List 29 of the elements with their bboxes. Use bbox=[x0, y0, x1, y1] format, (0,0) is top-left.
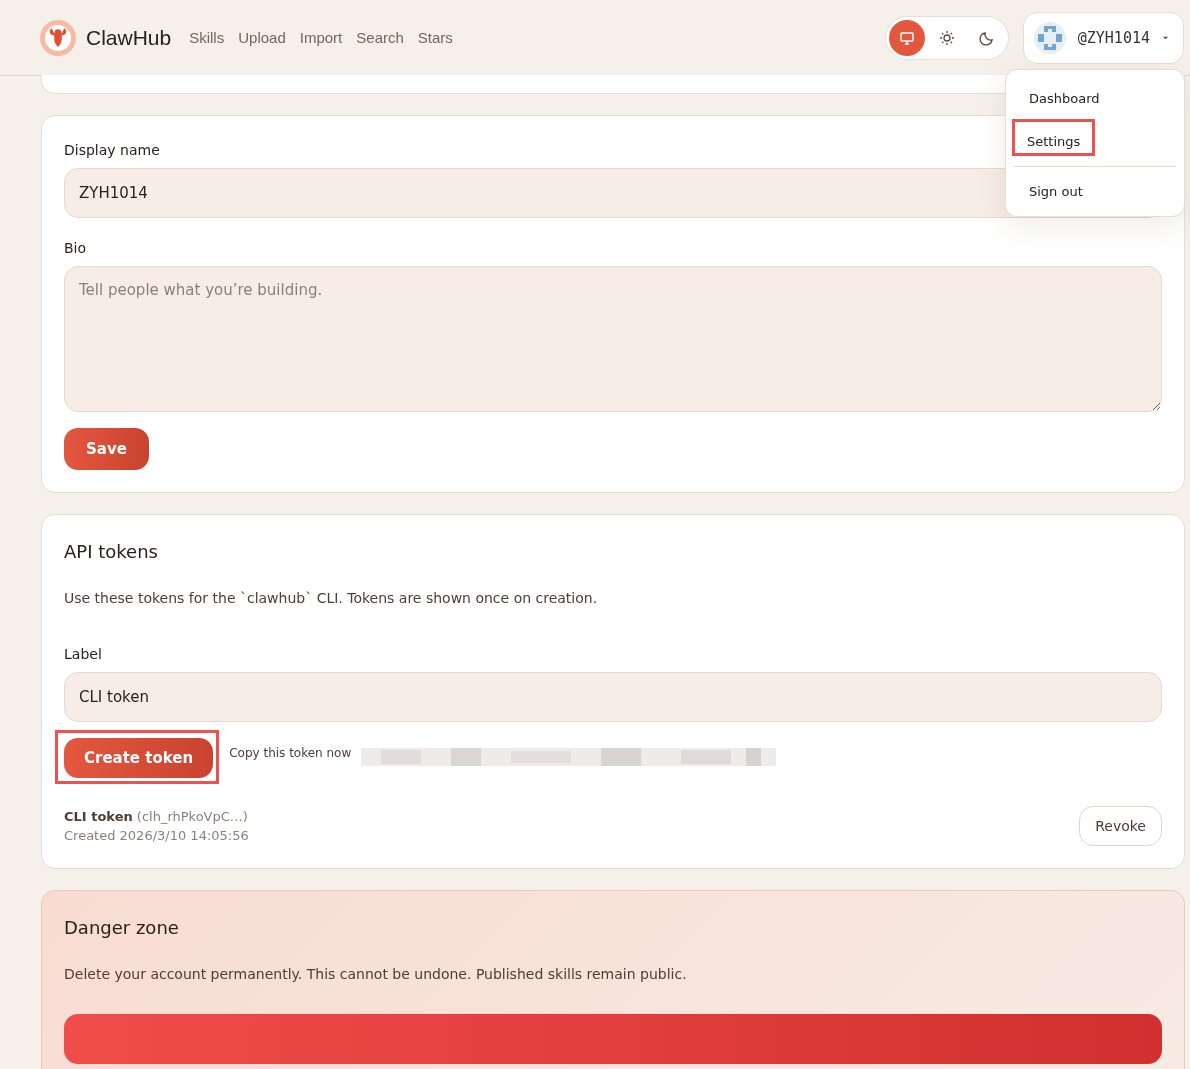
section-description: Delete your account permanently. This cannot be undone. Published skills remain public. bbox=[64, 966, 688, 982]
token-created: Created 2026/3/10 14:05:56 bbox=[64, 828, 249, 843]
nav-link[interactable]: Import bbox=[299, 29, 343, 46]
menu-item[interactable]: Sign out bbox=[1014, 177, 1098, 206]
brand-name[interactable]: ClawHub bbox=[86, 25, 172, 50]
section-description: Use these tokens for the `clawhub` CLI. Tokens are shown once on creation. bbox=[64, 590, 599, 606]
save-button[interactable]: Save bbox=[64, 428, 149, 470]
field-label: Display name bbox=[64, 142, 160, 158]
nav-link[interactable]: Upload bbox=[238, 29, 286, 46]
menu-item[interactable]: Dashboard bbox=[1014, 84, 1115, 113]
nav-link[interactable]: Skills bbox=[189, 29, 225, 46]
field-label: Label bbox=[64, 646, 102, 662]
monitor-icon[interactable] bbox=[888, 19, 925, 56]
menu-item[interactable]: Settings bbox=[1012, 119, 1096, 156]
user-menu-button[interactable]: @ZYH1014 bbox=[1022, 11, 1184, 64]
lobster-logo-icon bbox=[40, 19, 76, 56]
copy-note: Copy this token now bbox=[229, 746, 352, 760]
revoke-button[interactable]: Revoke bbox=[1079, 806, 1162, 846]
avatar-icon bbox=[1033, 21, 1066, 54]
section-title: API tokens bbox=[64, 541, 159, 562]
nav-link[interactable]: Stars bbox=[417, 29, 453, 46]
caret-icon bbox=[1162, 34, 1169, 41]
bio-field[interactable]: Tell people what you’re building. bbox=[64, 266, 1162, 412]
label-field[interactable]: CLI token bbox=[64, 672, 1162, 722]
field-label: Bio bbox=[64, 240, 87, 256]
nav-link[interactable]: Search bbox=[356, 29, 404, 46]
create-token-button[interactable]: Create token bbox=[64, 738, 214, 778]
section-title: Danger zone bbox=[64, 917, 180, 938]
token-name: CLI token (clh_rhPkoVpC…) bbox=[64, 809, 249, 824]
